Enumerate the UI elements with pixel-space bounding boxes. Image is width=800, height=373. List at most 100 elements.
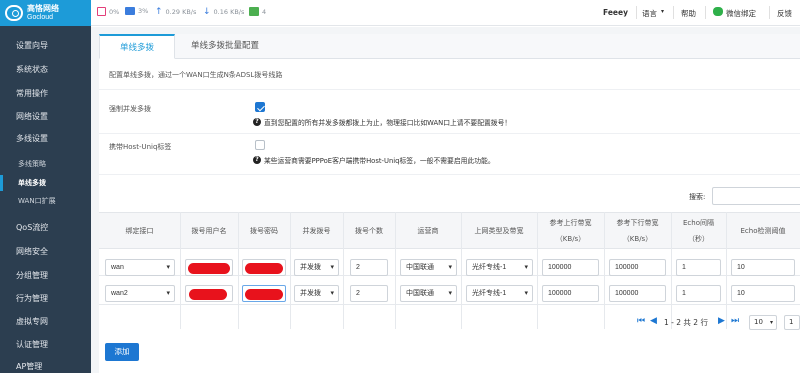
- upload-bandwidth-input[interactable]: 100000: [542, 259, 599, 276]
- isp-select[interactable]: 中国联通: [400, 285, 457, 302]
- sidebar-item-ap-management[interactable]: AP管理: [0, 357, 91, 373]
- interface-select[interactable]: wan2: [105, 285, 175, 302]
- echo-interval-input[interactable]: 1: [676, 259, 721, 276]
- type-bandwidth-select[interactable]: 光纤专线-1: [466, 285, 533, 302]
- first-page-icon[interactable]: ⏮: [637, 316, 645, 326]
- sidebar-sub-wan-expand[interactable]: WAN口扩展: [0, 193, 91, 209]
- tab-bar: 单线多拨 单线多拨批量配置: [99, 34, 800, 59]
- cpu-stat: 0%: [97, 7, 119, 16]
- sidebar: 高恪网络 Gocloud 设置向导 系统状态 常用操作 网络设置 多线设置 多线…: [0, 0, 91, 373]
- logo[interactable]: 高恪网络 Gocloud: [0, 0, 91, 26]
- download-bandwidth-input[interactable]: 100000: [609, 285, 666, 302]
- memory-icon: [125, 7, 135, 15]
- header-isp: 运营商: [417, 227, 439, 235]
- dial-password-input[interactable]: [242, 259, 286, 276]
- sidebar-item-setup-wizard[interactable]: 设置向导: [0, 36, 91, 56]
- column-divider: [726, 212, 727, 329]
- sidebar-item-qos[interactable]: QoS流控: [0, 218, 91, 238]
- question-icon: ?: [253, 156, 261, 164]
- header-dial-password: 拨号密码: [250, 227, 278, 235]
- row-divider: [99, 304, 800, 305]
- type-bandwidth-select[interactable]: 光纤专线-1: [466, 259, 533, 276]
- upload-arrow-icon: ↑: [155, 7, 163, 17]
- language-menu[interactable]: 语言: [642, 8, 657, 19]
- sidebar-item-multiline-settings[interactable]: 多线设置: [0, 129, 91, 149]
- force-concurrent-hint: ? 直到您配置的所有并发多拨都拨上为止，物理接口比如WAN口上请不要配置拨号！: [253, 117, 511, 127]
- page-size-value: 10: [754, 318, 763, 326]
- add-button[interactable]: 添加: [105, 343, 139, 361]
- download-arrow-icon: ↓: [203, 7, 211, 17]
- sidebar-item-group-management[interactable]: 分组管理: [0, 266, 91, 286]
- upload-value: 0.29 KB/s: [165, 8, 197, 16]
- column-divider: [180, 212, 181, 329]
- force-concurrent-hint-text: 直到您配置的所有并发多拨都拨上为止，物理接口比如WAN口上请不要配置拨号！: [264, 119, 512, 127]
- header-bind-interface: 绑定接口: [125, 227, 154, 235]
- search-input[interactable]: [712, 187, 800, 205]
- redacted-password: [245, 263, 283, 274]
- sidebar-item-network-settings[interactable]: 网络设置: [0, 107, 91, 127]
- concurrent-select[interactable]: 并发拨: [294, 285, 339, 302]
- echo-interval-input[interactable]: 1: [676, 285, 721, 302]
- wechat-bind-link[interactable]: 微信绑定: [726, 8, 756, 19]
- echo-threshold-input[interactable]: 10: [731, 259, 795, 276]
- chevron-down-icon: ▾: [769, 319, 773, 326]
- header-type-bandwidth: 上网类型及带宽: [474, 227, 524, 235]
- sidebar-sub-multiline-policy[interactable]: 多线策略: [0, 156, 91, 172]
- interface-select[interactable]: wan: [105, 259, 175, 276]
- force-concurrent-label: 强制并发多拨: [109, 105, 151, 113]
- column-divider: [604, 212, 605, 329]
- page-size-select[interactable]: 10 ▾: [749, 315, 777, 330]
- memory-stat: 3%: [125, 7, 148, 15]
- column-divider: [290, 212, 291, 329]
- download-bandwidth-input[interactable]: 100000: [609, 259, 666, 276]
- divider: [99, 133, 800, 134]
- dial-password-input[interactable]: [242, 285, 286, 302]
- cloud-logo-icon: [5, 5, 23, 21]
- page-number-input[interactable]: 1: [784, 315, 800, 330]
- chevron-down-icon[interactable]: ▾: [661, 8, 664, 15]
- download-stat: ↓ 0.16 KB/s: [203, 7, 244, 17]
- monitor-icon: [249, 7, 259, 16]
- sidebar-item-common-ops[interactable]: 常用操作: [0, 84, 91, 104]
- column-divider: [537, 212, 538, 329]
- header-upload-bandwidth: 参考上行带宽: [549, 219, 592, 227]
- host-uniq-label: 携带Host-Uniq标签: [109, 143, 172, 151]
- dial-username-input[interactable]: [185, 285, 233, 302]
- wechat-icon: [713, 7, 723, 16]
- sidebar-item-vpn[interactable]: 虚拟专网: [0, 312, 91, 332]
- sidebar-item-system-status[interactable]: 系统状态: [0, 60, 91, 80]
- sidebar-item-auth-management[interactable]: 认证管理: [0, 335, 91, 355]
- header-download-bandwidth: 参考下行带宽: [616, 219, 659, 227]
- header-concurrent-dial: 并发拨号: [302, 227, 331, 235]
- divider: [769, 6, 770, 19]
- upload-stat: ↑ 0.29 KB/s: [155, 7, 196, 17]
- prev-page-icon[interactable]: ◀: [650, 316, 657, 326]
- help-link[interactable]: 帮助: [681, 8, 696, 19]
- top-bar: 0% 3% ↑ 0.29 KB/s ↓ 0.16 KB/s 4 Feeey 语言…: [91, 0, 800, 26]
- brand-name-en: Gocloud: [27, 14, 54, 21]
- echo-threshold-input[interactable]: 10: [731, 285, 795, 302]
- force-concurrent-checkbox[interactable]: [255, 102, 265, 112]
- next-page-icon[interactable]: ▶: [718, 316, 725, 326]
- sidebar-item-network-security[interactable]: 网络安全: [0, 242, 91, 262]
- online-users-stat: 4: [249, 7, 266, 16]
- pager-info: 1 - 2 共 2 行: [664, 318, 708, 327]
- sidebar-sub-single-line-multidial[interactable]: 单线多拨: [0, 175, 91, 191]
- question-icon: ?: [253, 118, 261, 126]
- feedback-link[interactable]: 反馈: [777, 8, 792, 19]
- concurrent-select[interactable]: 并发拨: [294, 259, 339, 276]
- column-divider: [343, 212, 344, 329]
- dial-count-input[interactable]: 2: [350, 259, 388, 276]
- cpu-icon: [97, 7, 106, 16]
- dial-username-input[interactable]: [185, 259, 233, 276]
- username[interactable]: Feeey: [603, 8, 628, 17]
- sidebar-item-behavior-management[interactable]: 行为管理: [0, 289, 91, 309]
- upload-bandwidth-input[interactable]: 100000: [542, 285, 599, 302]
- host-uniq-checkbox[interactable]: [255, 140, 265, 150]
- dial-count-input[interactable]: 2: [350, 285, 388, 302]
- tab-batch-config[interactable]: 单线多拨批量配置: [175, 34, 275, 59]
- redacted-username: [188, 263, 230, 274]
- tab-single-line-multidial[interactable]: 单线多拨: [99, 34, 175, 59]
- last-page-icon[interactable]: ⏭: [731, 316, 739, 326]
- isp-select[interactable]: 中国联通: [400, 259, 457, 276]
